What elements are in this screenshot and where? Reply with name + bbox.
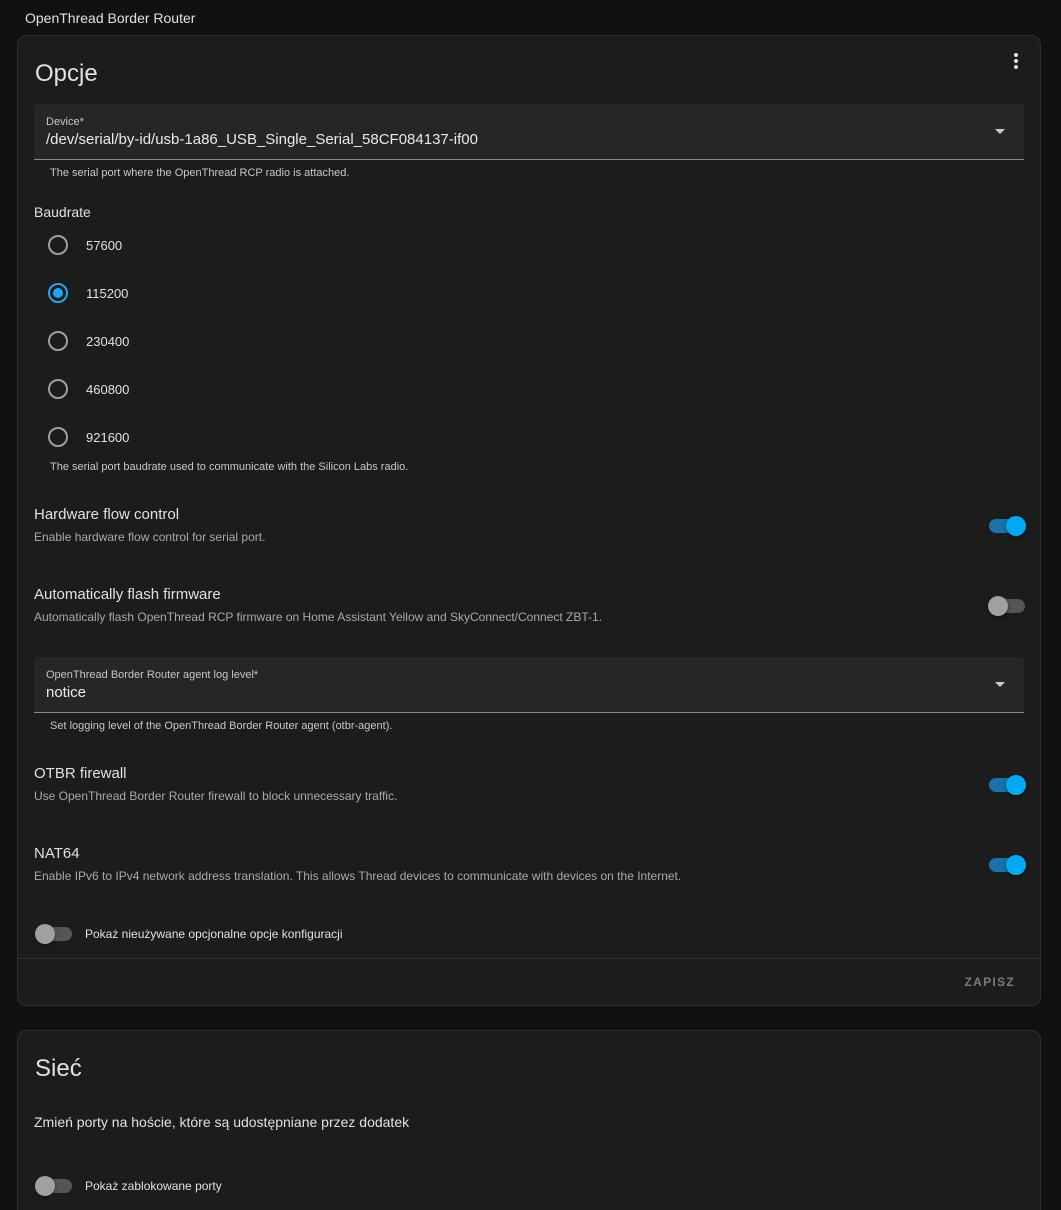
radio-label: 921600 [86,429,130,445]
radio-label: 230400 [86,333,130,349]
baudrate-helper-text: The serial port baudrate used to communi… [50,461,409,473]
show-blocked-ports-toggle[interactable] [35,1176,72,1196]
baudrate-radio-230400[interactable]: 230400 [48,329,129,353]
baudrate-radio-460800[interactable]: 460800 [48,377,129,401]
device-select[interactable]: Device* /dev/serial/by-id/usb-1a86_USB_S… [34,104,1024,160]
flow-control-title: Hardware flow control [34,506,180,523]
radio-unchecked-icon[interactable] [48,379,68,399]
firewall-toggle[interactable] [989,775,1026,795]
show-unused-label: Pokaż nieużywane opcjonalne opcje konfig… [85,927,343,941]
network-card-title: Sieć [35,1055,82,1082]
device-select-value: /dev/serial/by-id/usb-1a86_USB_Single_Se… [46,131,478,148]
options-card: Opcje Device* /dev/serial/by-id/usb-1a86… [17,35,1041,1006]
nat64-title: NAT64 [34,845,80,862]
radio-label: 460800 [86,381,130,397]
log-level-select-label: OpenThread Border Router agent log level… [46,669,259,681]
show-unused-toggle[interactable] [35,924,72,944]
page-title: OpenThread Border Router [25,10,196,26]
log-level-select[interactable]: OpenThread Border Router agent log level… [34,657,1024,713]
log-level-helper-text: Set logging level of the OpenThread Bord… [50,720,393,732]
options-card-title: Opcje [35,60,98,87]
flow-control-toggle[interactable] [989,516,1026,536]
dropdown-arrow-icon [995,682,1005,687]
more-options-icon[interactable] [1008,52,1024,70]
baudrate-radio-921600[interactable]: 921600 [48,425,129,449]
log-level-select-value: notice [46,684,87,701]
baudrate-label: Baudrate [34,204,91,220]
autoflash-description: Automatically flash OpenThread RCP firmw… [34,610,603,624]
save-button[interactable]: ZAPISZ [965,975,1015,989]
network-card: Sieć Zmień porty na hoście, które są udo… [17,1030,1041,1210]
nat64-toggle[interactable] [989,855,1026,875]
radio-label: 57600 [86,237,123,253]
flow-control-description: Enable hardware flow control for serial … [34,530,266,544]
device-helper-text: The serial port where the OpenThread RCP… [50,167,350,179]
show-blocked-ports-label: Pokaż zablokowane porty [85,1179,222,1193]
card-actions-divider [18,958,1040,959]
baudrate-radio-57600[interactable]: 57600 [48,233,122,257]
radio-unchecked-icon[interactable] [48,235,68,255]
baudrate-radio-115200[interactable]: 115200 [48,281,128,305]
nat64-description: Enable IPv6 to IPv4 network address tran… [34,869,682,883]
network-description: Zmień porty na hoście, które są udostępn… [34,1114,410,1130]
radio-label: 115200 [86,285,129,301]
autoflash-toggle[interactable] [988,596,1025,616]
radio-checked-icon[interactable] [48,283,68,303]
autoflash-title: Automatically flash firmware [34,586,221,603]
device-select-label: Device* [46,116,84,128]
radio-unchecked-icon[interactable] [48,427,68,447]
firewall-description: Use OpenThread Border Router firewall to… [34,789,398,803]
dropdown-arrow-icon [995,129,1005,134]
firewall-title: OTBR firewall [34,765,127,782]
radio-unchecked-icon[interactable] [48,331,68,351]
